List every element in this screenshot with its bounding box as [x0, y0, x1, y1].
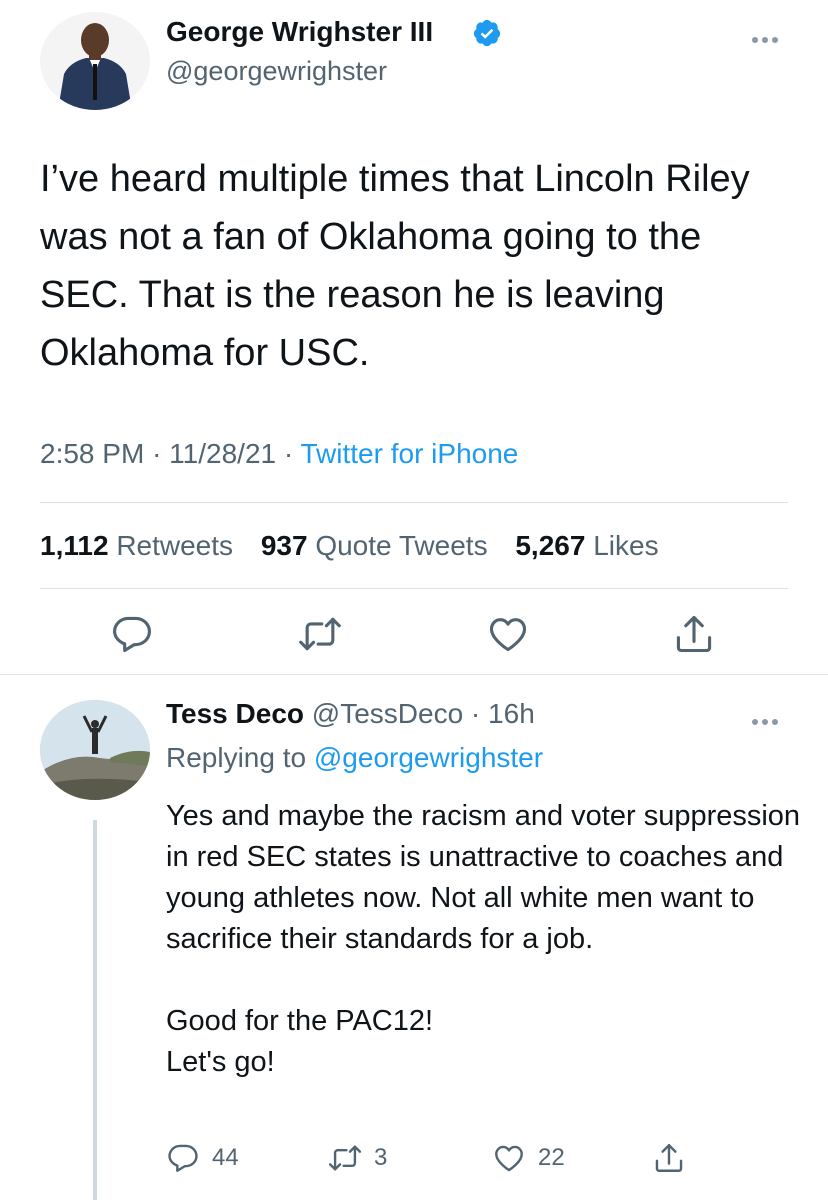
retweet-icon [328, 1145, 362, 1171]
share-icon[interactable] [672, 612, 716, 656]
likes-stat[interactable]: 5,267 Likes [515, 530, 658, 561]
reply-count: 44 [212, 1144, 239, 1171]
reply-text: Yes and maybe the racism and voter suppr… [166, 796, 806, 1083]
tweet-time[interactable]: 2:58 PM [40, 438, 144, 469]
reply-header: Tess Deco @TessDeco · 16h [166, 698, 535, 730]
tweet-separator [0, 674, 828, 675]
reply-like-button[interactable]: 22 [492, 1138, 565, 1178]
replying-prefix: Replying to [166, 742, 307, 773]
reply-icon[interactable] [110, 612, 154, 656]
retweet-count: 3 [374, 1144, 388, 1171]
retweet-icon[interactable] [298, 612, 342, 656]
reply-line: Good for the PAC12! [166, 1005, 434, 1037]
retweets-label: Retweets [116, 530, 234, 561]
quotes-stat[interactable]: 937 Quote Tweets [261, 530, 488, 561]
reply-reply-button[interactable]: 44 [166, 1138, 239, 1178]
author-name[interactable]: George Wrighster III [166, 16, 433, 48]
reply-author-name[interactable]: Tess Deco [166, 698, 304, 729]
author-avatar[interactable] [40, 12, 150, 110]
quotes-count: 937 [260, 530, 308, 561]
author-handle[interactable]: @georgewrighster [166, 56, 387, 87]
retweets-count: 1,112 [40, 530, 109, 561]
like-count: 22 [538, 1144, 565, 1171]
more-icon[interactable] [752, 712, 788, 725]
share-icon [655, 1144, 683, 1172]
reply-share-button[interactable] [652, 1138, 698, 1178]
quotes-label: Quote Tweets [315, 530, 488, 561]
likes-label: Likes [593, 530, 659, 561]
tweet-date[interactable]: 11/28/21 [169, 438, 276, 469]
reply-author-handle[interactable]: @TessDeco [312, 698, 463, 729]
more-icon[interactable] [752, 30, 788, 43]
likes-count: 5,267 [515, 530, 586, 561]
meta-separator: · [463, 698, 489, 729]
like-icon [495, 1145, 523, 1172]
tweet-meta: 2:58 PM · 11/28/21 · Twitter for iPhone [40, 438, 518, 470]
reply-paragraph: Yes and maybe the racism and voter suppr… [166, 800, 801, 955]
replying-to: Replying to @georgewrighster [166, 742, 543, 774]
tweet-source[interactable]: Twitter for iPhone [300, 438, 518, 469]
reply-line: Let's go! [166, 1046, 275, 1078]
replying-handle[interactable]: @georgewrighster [314, 742, 543, 773]
verified-badge-icon [472, 18, 502, 48]
like-icon[interactable] [486, 612, 530, 656]
reply-age[interactable]: 16h [488, 698, 535, 729]
meta-separator: · [152, 438, 170, 469]
divider [40, 588, 788, 589]
reply-retweet-button[interactable]: 3 [328, 1138, 387, 1178]
reply-icon [168, 1144, 198, 1172]
meta-separator: · [283, 438, 301, 469]
retweets-stat[interactable]: 1,112 Retweets [40, 530, 233, 561]
reply-author-avatar[interactable] [40, 700, 150, 800]
tweet-text: I’ve heard multiple times that Lincoln R… [40, 158, 750, 374]
engagement-stats: 1,112 Retweets 937 Quote Tweets 5,267 Li… [40, 530, 659, 562]
thread-line [93, 820, 97, 1200]
divider [40, 502, 788, 503]
